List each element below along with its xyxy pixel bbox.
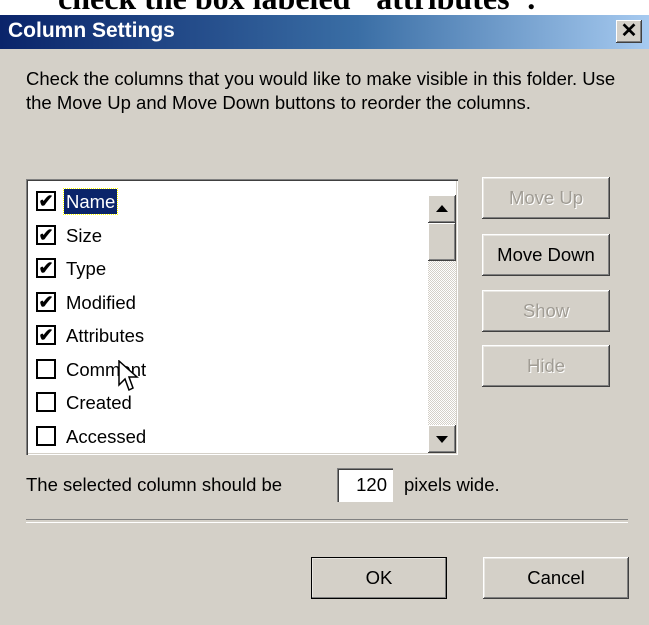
checkbox[interactable]: ✔ <box>36 291 56 312</box>
move-up-button[interactable]: Move Up <box>482 177 610 219</box>
window-title: Column Settings <box>8 19 175 42</box>
checkbox[interactable] <box>36 392 56 412</box>
move-down-button[interactable]: Move Down <box>482 234 610 276</box>
checkmark-icon: ✔ <box>38 191 54 211</box>
list-scrollbar[interactable] <box>428 195 456 453</box>
list-item-label: Type <box>66 258 107 279</box>
cancel-button[interactable]: Cancel <box>483 557 629 599</box>
list-item-label: Accessed <box>66 425 147 447</box>
arrow-down-icon <box>436 436 448 443</box>
checkbox[interactable] <box>36 425 56 446</box>
list-item-label: Name <box>62 188 119 215</box>
list-item-label: Modified <box>66 291 136 313</box>
separator <box>26 519 628 523</box>
close-button[interactable]: ✕ <box>616 20 642 43</box>
mouse-cursor-icon <box>118 360 139 392</box>
column-width-input[interactable]: 120 <box>337 468 393 502</box>
checkmark-icon: ✔ <box>38 224 54 245</box>
checkbox[interactable]: ✔ <box>36 224 56 245</box>
scrollbar-thumb[interactable] <box>428 223 456 261</box>
arrow-up-icon <box>436 205 448 212</box>
hide-button[interactable]: Hide <box>482 345 610 387</box>
checkbox[interactable] <box>36 358 56 379</box>
scroll-up-button[interactable] <box>428 195 456 223</box>
show-button[interactable]: Show <box>482 290 610 332</box>
checkmark-icon: ✔ <box>38 325 54 345</box>
list-item-label: Size <box>66 224 102 246</box>
ok-button[interactable]: OK <box>311 557 447 599</box>
checkbox[interactable]: ✔ <box>36 191 56 211</box>
checkbox[interactable]: ✔ <box>36 258 56 278</box>
checkmark-icon: ✔ <box>38 291 54 312</box>
scroll-down-button[interactable] <box>428 425 456 453</box>
columns-listbox[interactable]: ✔ Name ✔ Size ✔ Type ✔ Modified ✔ Attributes Comme… <box>26 179 458 455</box>
width-prefix-label: The selected column should be <box>26 474 283 495</box>
checkbox[interactable]: ✔ <box>36 325 56 345</box>
title-bar[interactable]: Column Settings ✕ <box>0 15 649 49</box>
close-icon: ✕ <box>620 20 638 42</box>
column-settings-dialog: Column Settings ✕ Check the columns that… <box>0 15 649 625</box>
instructions-text: Check the columns that you would like to… <box>26 68 616 113</box>
width-suffix-label: pixels wide. <box>404 474 500 495</box>
list-item-label: Attributes <box>66 325 145 346</box>
checkmark-icon: ✔ <box>38 258 54 278</box>
